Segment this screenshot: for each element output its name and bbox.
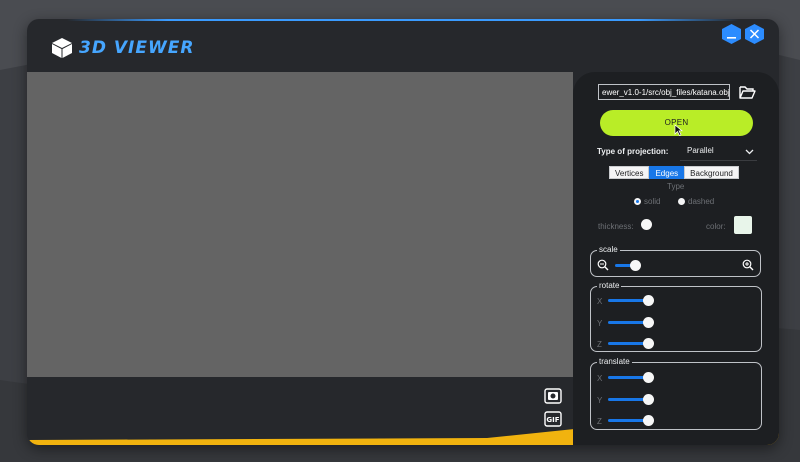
svg-text:GIF: GIF [546,416,559,424]
cube-icon [52,38,72,58]
rotate-x-knob[interactable] [642,295,654,306]
rotate-y-label: Y [597,319,603,328]
rotate-x-label: X [597,297,603,306]
rotate-y-knob[interactable] [642,317,654,328]
translate-label: translate [599,357,630,366]
radio-solid[interactable]: solid [634,197,660,206]
rotate-z-knob[interactable] [642,338,654,349]
folder-open-icon[interactable] [739,85,756,100]
app-window: 3D VIEWER GIF ewer_v1.0-1/src/obj_files/… [27,19,779,445]
translate-z-knob[interactable] [642,415,654,426]
projection-select[interactable]: Parallel [680,143,757,161]
scale-group: scale [590,246,761,277]
rotate-z-slider[interactable] [608,338,688,349]
settings-tabs: Vertices Edges Background [609,166,739,179]
cursor-icon [674,124,683,136]
minimize-icon[interactable] [722,24,741,44]
radio-dashed-label: dashed [688,197,715,206]
rotate-y-slider[interactable] [608,317,688,328]
translate-z-label: Z [597,417,602,426]
settings-panel: ewer_v1.0-1/src/obj_files/katana.obj OPE… [573,72,779,445]
radio-dashed[interactable]: dashed [678,197,714,206]
radio-dashed-dot [678,198,685,205]
chevron-down-icon [745,149,754,155]
rotate-x-slider[interactable] [608,295,688,306]
gif-icon[interactable]: GIF [544,411,562,427]
close-icon[interactable] [745,24,764,44]
rotate-group: rotate X Y Z [590,282,762,352]
file-path-field[interactable]: ewer_v1.0-1/src/obj_files/katana.obj [598,84,730,100]
projection-label: Type of projection: [597,147,669,156]
edge-color-swatch[interactable] [734,216,752,234]
scale-slider-knob[interactable] [629,260,641,271]
translate-x-slider[interactable] [608,372,688,383]
camera-icon[interactable] [544,388,562,404]
translate-x-label: X [597,374,603,383]
translate-y-knob[interactable] [642,394,654,405]
thickness-slider-knob[interactable] [641,219,652,230]
tab-background[interactable]: Background [684,166,739,179]
translate-x-knob[interactable] [642,372,654,383]
scale-slider[interactable] [615,260,655,271]
tab-vertices[interactable]: Vertices [609,166,650,179]
radio-solid-label: solid [644,197,661,206]
scale-label: scale [599,245,618,254]
rotate-z-label: Z [597,340,602,349]
app-logo: 3D VIEWER [51,37,194,59]
rotate-label: rotate [599,281,620,290]
translate-y-label: Y [597,396,603,405]
radio-solid-dot [634,198,641,205]
projection-value: Parallel [687,146,714,155]
app-title: 3D VIEWER [79,38,195,58]
edge-type-label: Type [667,182,685,191]
window-top-accent [67,19,739,21]
zoom-in-icon[interactable] [742,259,754,271]
tab-edges[interactable]: Edges [649,166,685,179]
translate-group: translate X Y Z [590,358,762,430]
bottom-toolbar: GIF [27,377,573,445]
thickness-label: thickness: [598,222,634,231]
color-label: color: [706,222,726,231]
zoom-out-icon[interactable] [597,259,609,271]
translate-y-slider[interactable] [608,394,688,405]
translate-z-slider[interactable] [608,415,688,426]
3d-viewport[interactable] [27,72,573,377]
